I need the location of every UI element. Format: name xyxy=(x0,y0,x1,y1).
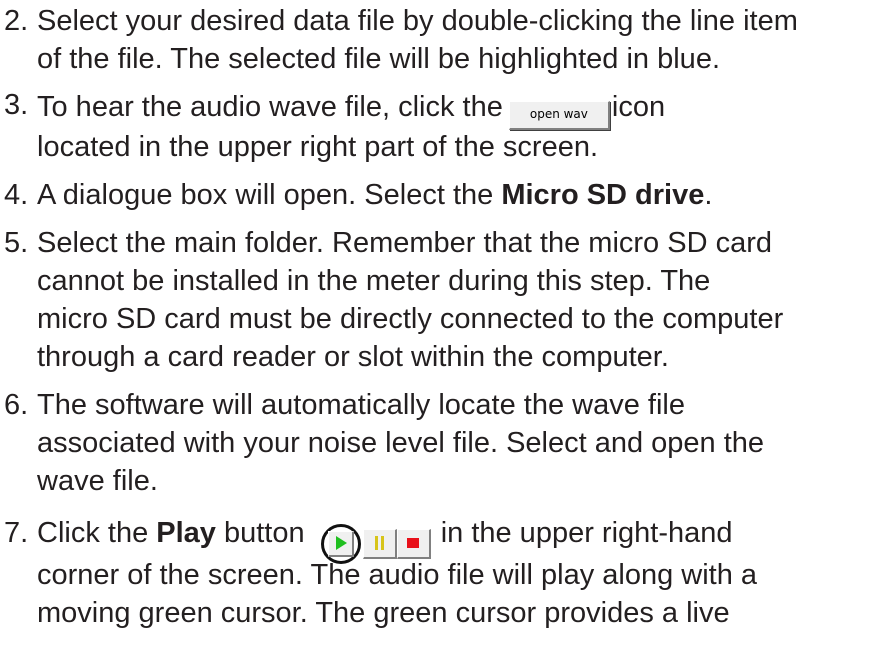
step-line: located in the upper right part of the s… xyxy=(37,131,599,163)
step-line: To hear the audio wave file, click the op… xyxy=(37,86,872,130)
stop-button[interactable] xyxy=(396,528,431,559)
play-icon xyxy=(336,536,348,550)
open-wav-button[interactable]: open wav xyxy=(508,101,610,130)
step-line: micro SD card must be directly connected… xyxy=(37,303,784,335)
step-text-after: in the upper right-hand xyxy=(440,517,733,549)
stop-icon xyxy=(407,538,420,548)
pause-icon xyxy=(374,536,384,550)
pause-button[interactable] xyxy=(362,528,397,559)
step-text: A dialogue box will open. Select the Mic… xyxy=(37,176,872,214)
step-text-after: . xyxy=(704,179,713,211)
step-6: 6. The software will automatically locat… xyxy=(0,386,872,500)
step-number: 4. xyxy=(4,179,29,211)
step-text: Select your desired data file by double-… xyxy=(37,2,872,78)
step-text-after: icon xyxy=(611,91,666,123)
step-4: 4. A dialogue box will open. Select the … xyxy=(0,176,872,214)
step-3: 3. To hear the audio wave file, click th… xyxy=(0,86,872,166)
step-text: Select the main folder. Remember that th… xyxy=(37,224,872,376)
step-line: corner of the screen. The audio file wil… xyxy=(37,559,758,591)
play-highlight-circle xyxy=(320,523,361,564)
step-text: The software will automatically locate t… xyxy=(37,386,872,500)
step-text-before: To hear the audio wave file, click the xyxy=(37,91,503,123)
step-line: through a card reader or slot within the… xyxy=(37,341,669,373)
step-5: 5. Select the main folder. Remember that… xyxy=(0,224,872,376)
step-number: 7. xyxy=(4,517,29,549)
step-text-before: Click the xyxy=(37,517,157,549)
step-line: Click the Play button in the upper right… xyxy=(37,510,872,564)
step-text: Click the Play button in the upper right… xyxy=(37,510,872,632)
instruction-document: 2. Select your desired data file by doub… xyxy=(0,0,872,640)
micro-sd-drive-label: Micro SD drive xyxy=(501,179,705,211)
step-7: 7. Click the Play button in the upper ri… xyxy=(0,510,872,632)
playback-controls xyxy=(320,523,431,564)
step-line: associated with your noise level file. S… xyxy=(37,427,765,459)
step-line: The software will automatically locate t… xyxy=(37,389,685,421)
step-text: To hear the audio wave file, click the op… xyxy=(37,86,872,166)
step-line: cannot be installed in the meter during … xyxy=(37,265,711,297)
step-text-mid: button xyxy=(215,517,305,549)
step-line: of the file. The selected file will be h… xyxy=(37,43,721,75)
step-number: 3. xyxy=(4,89,29,121)
step-number: 6. xyxy=(4,389,29,421)
play-button[interactable] xyxy=(327,530,354,557)
step-2: 2. Select your desired data file by doub… xyxy=(0,2,872,78)
step-line: moving green cursor. The green cursor pr… xyxy=(37,597,730,629)
step-line: Select the main folder. Remember that th… xyxy=(37,227,772,259)
step-line: Select your desired data file by double-… xyxy=(37,5,798,37)
step-line: wave file. xyxy=(37,465,158,497)
step-text-before: A dialogue box will open. Select the xyxy=(37,179,502,211)
play-label: Play xyxy=(156,517,216,549)
step-number: 2. xyxy=(4,5,29,37)
step-number: 5. xyxy=(4,227,29,259)
